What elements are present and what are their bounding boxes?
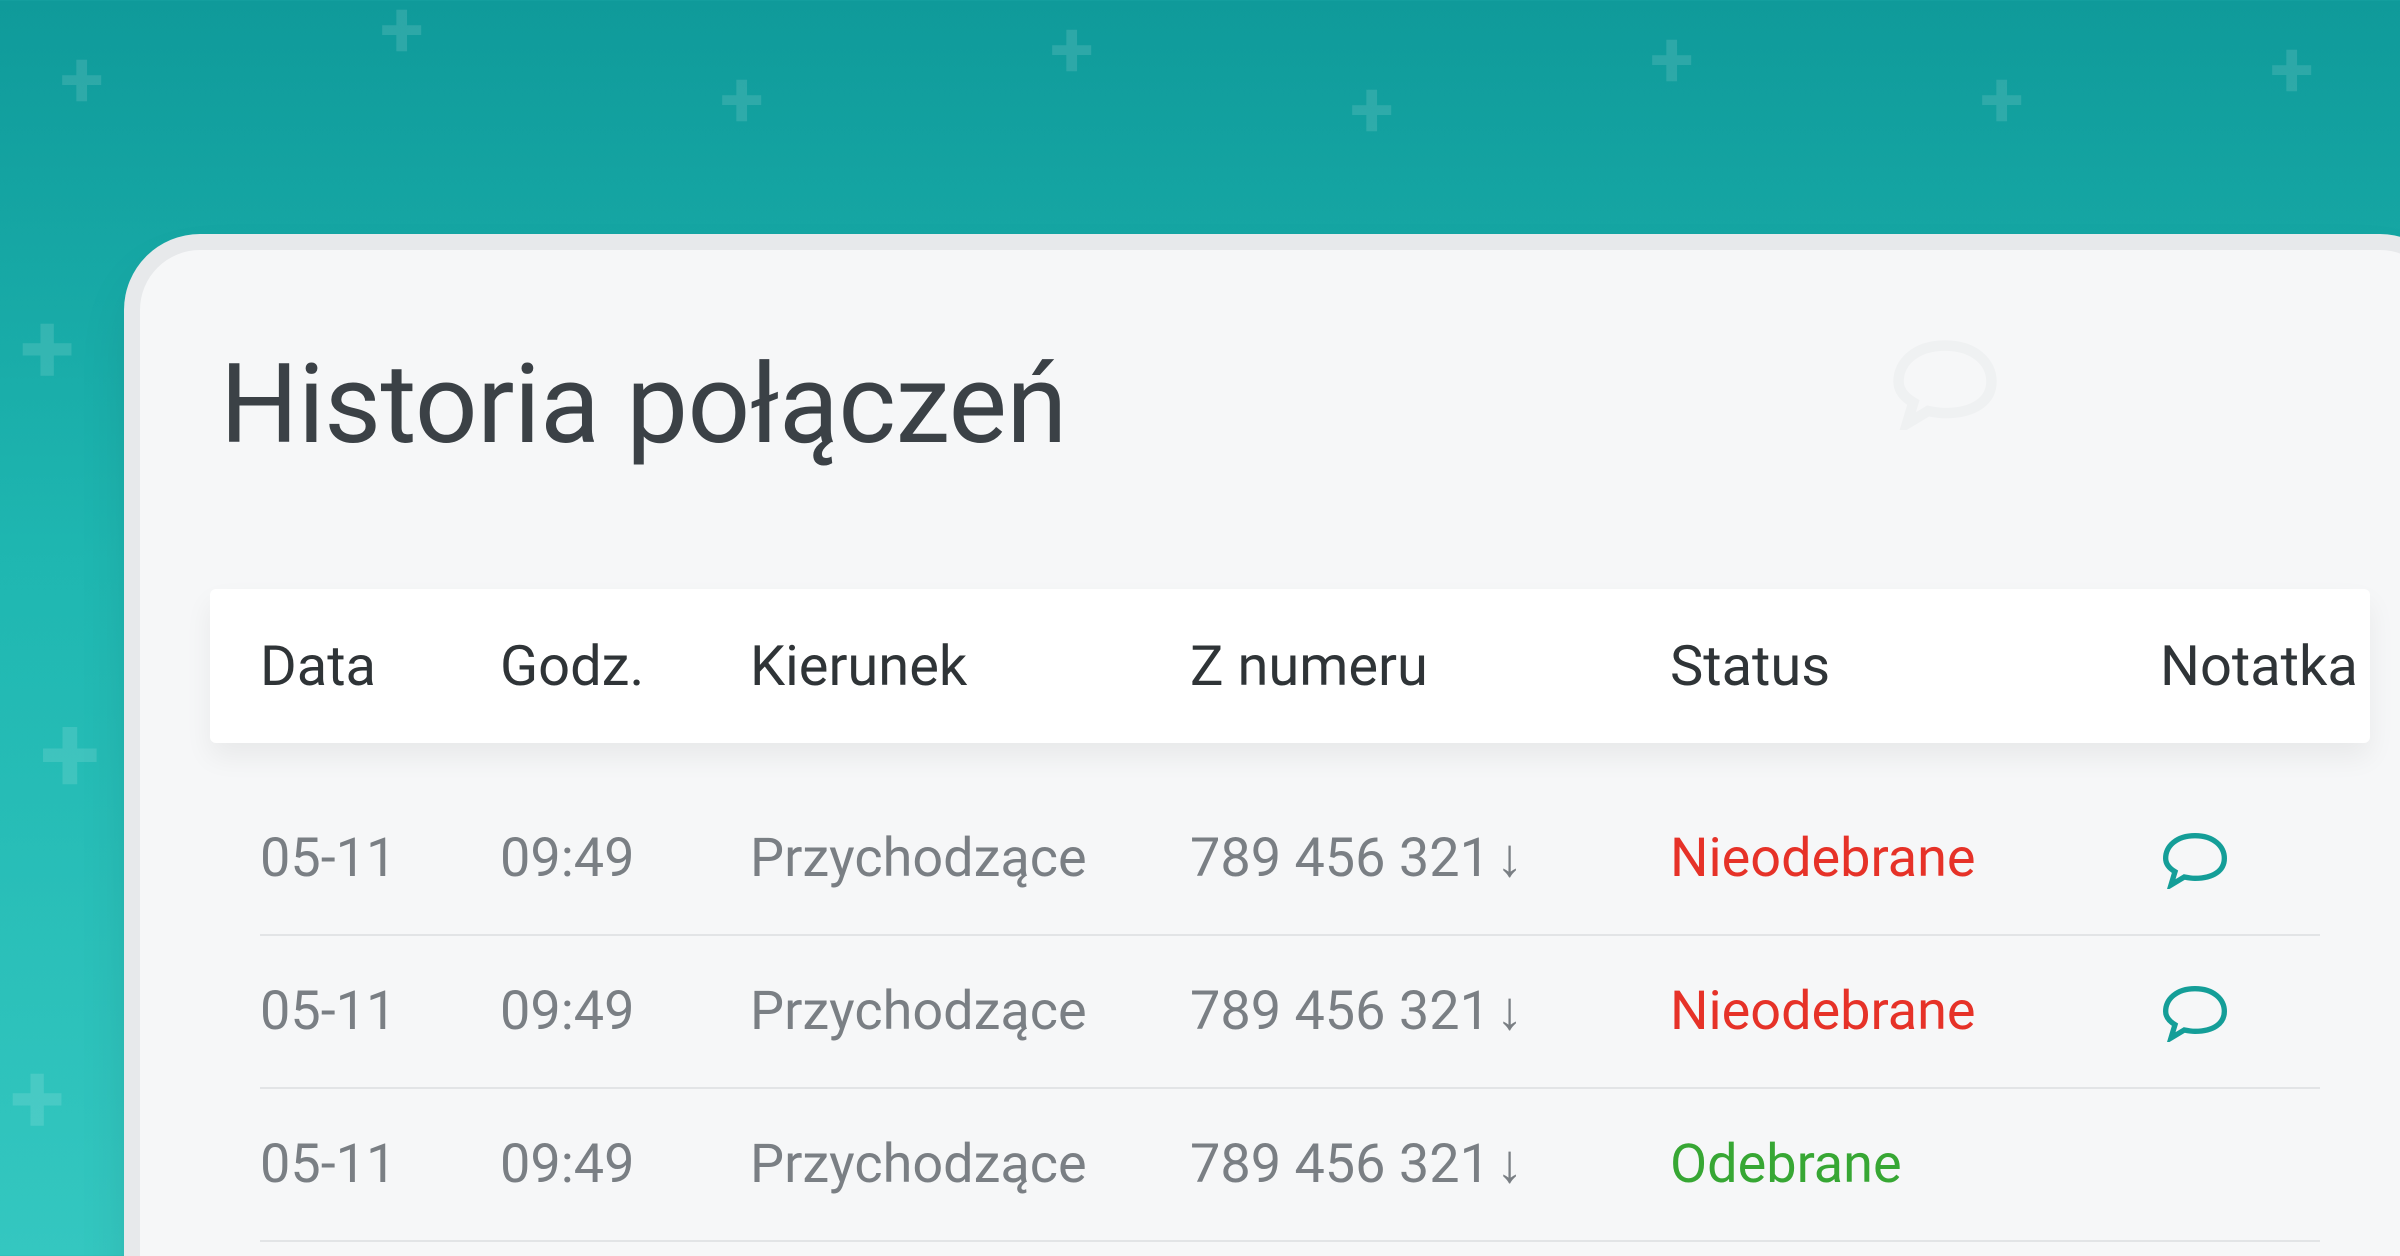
table-body: 05-11 09:49 Przychodzące 789 456 321 ↓ N…	[210, 783, 2370, 1242]
table-row[interactable]: 05-11 09:49 Przychodzące 789 456 321 ↓ N…	[260, 936, 2320, 1089]
from-number-value: 789 456 321	[1190, 1133, 1490, 1196]
col-status: Status	[1670, 633, 2160, 699]
page-title: Historia połączeń	[220, 340, 2370, 469]
cell-date: 05-11	[260, 980, 500, 1043]
col-note: Notatka	[2160, 633, 2400, 699]
cell-status: Odebrane	[1670, 1133, 2160, 1196]
cell-from-number: 789 456 321 ↓	[1190, 827, 1670, 890]
cell-date: 05-11	[260, 827, 500, 890]
incoming-arrow-icon: ↓	[1496, 980, 1523, 1043]
incoming-arrow-icon: ↓	[1496, 827, 1523, 890]
cell-direction: Przychodzące	[750, 827, 1190, 890]
call-history-panel: Historia połączeń Data Godz. Kierunek Z …	[140, 250, 2400, 1256]
cell-note	[2160, 829, 2400, 889]
cell-time: 09:49	[500, 1133, 750, 1196]
from-number-value: 789 456 321	[1190, 980, 1490, 1043]
cell-status: Nieodebrane	[1670, 827, 2160, 890]
speech-bubble-icon	[1890, 335, 2000, 430]
speech-bubble-icon[interactable]	[2160, 982, 2230, 1042]
cell-from-number: 789 456 321 ↓	[1190, 1133, 1670, 1196]
cell-direction: Przychodzące	[750, 980, 1190, 1043]
col-date: Data	[260, 633, 500, 699]
cell-date: 05-11	[260, 1133, 500, 1196]
table-row[interactable]: 05-11 09:49 Przychodzące 789 456 321 ↓ N…	[260, 783, 2320, 936]
cell-from-number: 789 456 321 ↓	[1190, 980, 1670, 1043]
cell-time: 09:49	[500, 980, 750, 1043]
cell-direction: Przychodzące	[750, 1133, 1190, 1196]
col-time: Godz.	[500, 633, 750, 699]
cell-note	[2160, 982, 2400, 1042]
cell-time: 09:49	[500, 827, 750, 890]
incoming-arrow-icon: ↓	[1496, 1133, 1523, 1196]
col-from-number: Z numeru	[1190, 633, 1670, 699]
col-direction: Kierunek	[750, 633, 1190, 699]
from-number-value: 789 456 321	[1190, 827, 1490, 890]
table-row[interactable]: 05-11 09:49 Przychodzące 789 456 321 ↓ O…	[260, 1089, 2320, 1242]
cell-status: Nieodebrane	[1670, 980, 2160, 1043]
speech-bubble-icon[interactable]	[2160, 829, 2230, 889]
table-header: Data Godz. Kierunek Z numeru Status Nota…	[210, 589, 2370, 743]
